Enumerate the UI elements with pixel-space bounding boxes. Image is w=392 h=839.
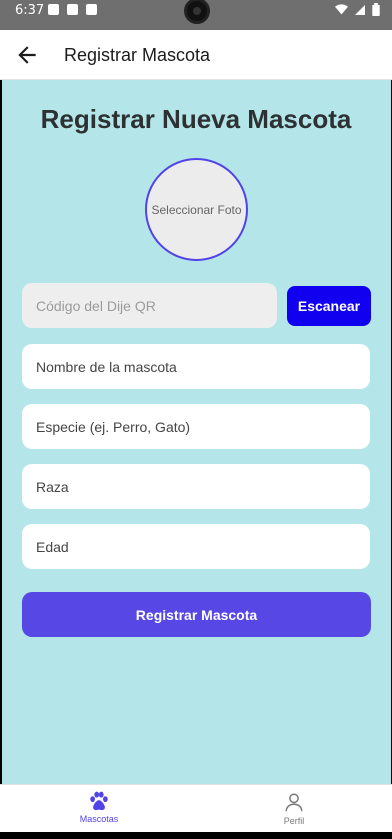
age-placeholder: Edad (36, 538, 69, 555)
register-pet-button[interactable]: Registrar Mascota (22, 592, 371, 637)
form-heading: Registrar Nueva Mascota (40, 104, 352, 134)
breed-input[interactable]: Raza (22, 464, 370, 509)
mail-notification-icon (67, 4, 78, 15)
qr-code-placeholder: Código del Dije QR (36, 297, 156, 314)
shield-notification-icon (48, 4, 59, 15)
nav-item-perfil[interactable]: Perfil (254, 791, 334, 826)
nav-item-mascotas[interactable]: Mascotas (59, 791, 139, 824)
species-placeholder: Especie (ej. Perro, Gato) (36, 418, 191, 435)
app-bar: Registrar Mascota (0, 30, 392, 80)
system-status-icons (335, 3, 380, 16)
nav-label-mascotas: Mascotas (79, 814, 119, 824)
wifi-icon (335, 4, 348, 15)
front-camera (184, 0, 210, 24)
pet-name-input[interactable]: Nombre de la mascota (22, 344, 370, 389)
register-pet-label: Registrar Mascota (135, 606, 258, 623)
species-input[interactable]: Especie (ej. Perro, Gato) (22, 404, 370, 449)
age-input[interactable]: Edad (22, 524, 370, 569)
screen-bottom-edge (0, 832, 392, 839)
back-button[interactable] (14, 42, 40, 68)
scan-button-label: Escanear (297, 298, 361, 314)
arrow-left-icon (18, 46, 36, 64)
select-photo-button[interactable]: Seleccionar Foto (145, 158, 248, 261)
page-title: Registrar Mascota (64, 45, 211, 65)
battery-icon (372, 3, 380, 16)
app-notification-icon (86, 4, 97, 15)
status-bar: 6:37 (0, 0, 392, 30)
pet-name-placeholder: Nombre de la mascota (36, 358, 177, 375)
breed-placeholder: Raza (36, 478, 69, 495)
status-time: 6:37 (15, 3, 45, 18)
scan-button[interactable]: Escanear (287, 286, 371, 326)
qr-code-input[interactable]: Código del Dije QR (22, 283, 277, 328)
bottom-nav: Mascotas Perfil (0, 784, 392, 832)
paw-icon (90, 791, 108, 811)
person-icon (285, 793, 303, 812)
signal-icon (355, 4, 365, 15)
select-photo-label: Seleccionar Foto (151, 202, 242, 217)
nav-label-perfil: Perfil (283, 816, 305, 826)
